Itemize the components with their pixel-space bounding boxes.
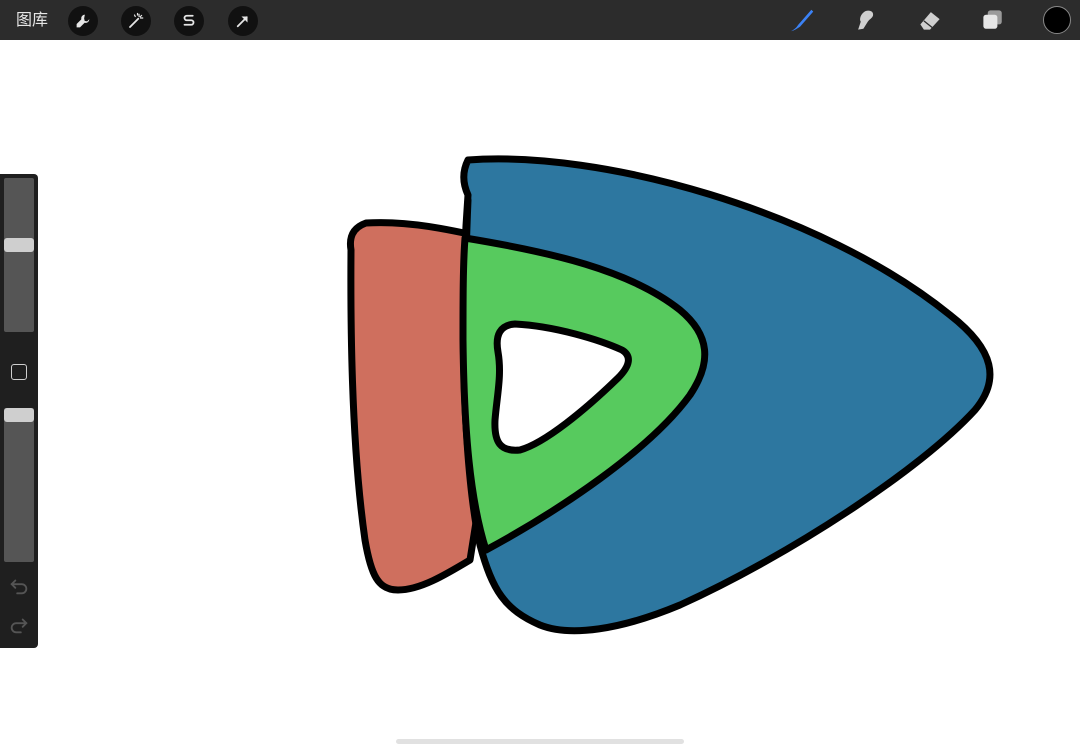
smudge-finger-icon[interactable] [850,4,882,36]
gallery-button[interactable]: 图库 [16,10,48,30]
square-icon[interactable] [11,364,27,380]
home-indicator[interactable] [396,739,684,744]
color-picker-swatch[interactable] [1043,6,1071,34]
selection-s-icon[interactable] [174,6,204,36]
layers-icon[interactable] [977,4,1009,36]
redo-icon[interactable] [8,614,30,636]
arrow-cursor-icon[interactable] [228,6,258,36]
undo-icon[interactable] [8,575,30,597]
top-toolbar: 图库 [0,0,1080,40]
eraser-icon[interactable] [914,4,946,36]
left-sidebar [0,174,38,648]
magic-wand-icon[interactable] [121,6,151,36]
wrench-icon[interactable] [68,6,98,36]
brush-size-thumb[interactable] [4,238,34,253]
opacity-slider[interactable] [4,408,34,562]
opacity-thumb[interactable] [4,408,34,422]
drawing-canvas[interactable] [0,40,1080,751]
brush-size-slider[interactable] [4,178,34,332]
brush-icon[interactable] [786,4,818,36]
